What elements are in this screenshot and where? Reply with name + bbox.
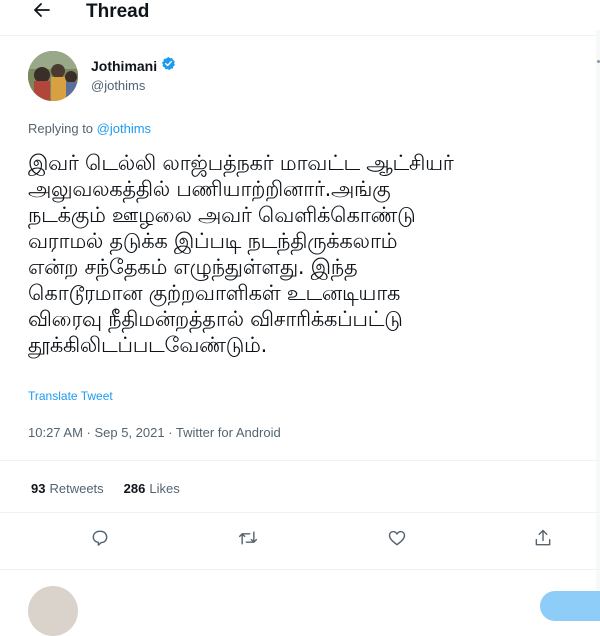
share-button[interactable] bbox=[531, 528, 555, 552]
likes-stat[interactable]: 286 Likes bbox=[124, 481, 180, 496]
author-name[interactable]: Jothimani bbox=[91, 58, 157, 74]
verified-badge-icon bbox=[161, 56, 176, 75]
tweet-actions bbox=[0, 528, 600, 554]
like-icon bbox=[387, 528, 407, 552]
retweets-label: Retweets bbox=[49, 481, 104, 496]
retweets-stat[interactable]: 93 Retweets bbox=[31, 481, 104, 496]
replying-prefix: Replying to bbox=[28, 121, 94, 136]
tweet-stats: 93 Retweets 286 Likes bbox=[31, 481, 180, 496]
column-edge bbox=[596, 30, 600, 600]
author-handle[interactable]: @jothims bbox=[91, 78, 145, 93]
share-icon bbox=[533, 528, 553, 552]
translate-tweet-link[interactable]: Translate Tweet bbox=[28, 389, 113, 403]
avatar[interactable] bbox=[28, 51, 78, 101]
stats-divider bbox=[0, 512, 600, 513]
reply-composer-avatar[interactable] bbox=[28, 586, 78, 636]
back-button[interactable] bbox=[30, 0, 54, 26]
retweet-button[interactable] bbox=[236, 528, 260, 552]
retweet-icon bbox=[237, 528, 259, 552]
reply-button[interactable] bbox=[88, 528, 112, 552]
like-button[interactable] bbox=[385, 528, 409, 552]
thread-header: Thread bbox=[0, 0, 600, 30]
replying-to: Replying to @jothims bbox=[28, 121, 151, 136]
author-name-row: Jothimani bbox=[91, 56, 176, 75]
tweet-text: இவர் டெல்லி லாஜ்பத்நகர் மாவட்ட ஆட்சியர் … bbox=[28, 151, 454, 357]
actions-divider bbox=[0, 569, 600, 570]
header-divider bbox=[0, 35, 600, 36]
page-title: Thread bbox=[86, 1, 150, 22]
replying-handle-link[interactable]: @jothims bbox=[97, 121, 151, 136]
likes-count: 286 bbox=[123, 481, 146, 496]
arrow-left-icon bbox=[32, 0, 52, 24]
reply-submit-button[interactable] bbox=[540, 591, 600, 621]
reply-icon bbox=[90, 528, 110, 552]
meta-divider bbox=[0, 460, 600, 461]
tweet-timestamp[interactable]: 10:27 AM · Sep 5, 2021 · Twitter for And… bbox=[28, 425, 281, 440]
retweets-count: 93 bbox=[31, 481, 46, 496]
likes-label: Likes bbox=[149, 481, 180, 496]
